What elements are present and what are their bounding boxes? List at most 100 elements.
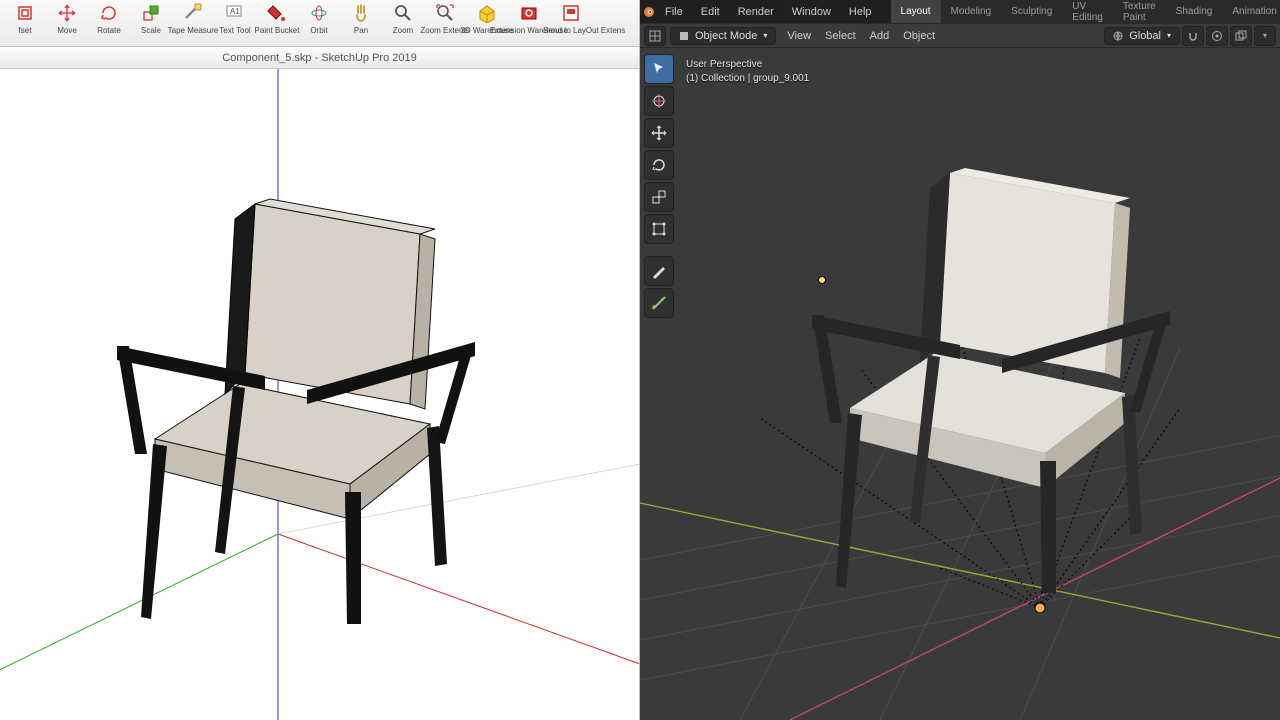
chevron-down-icon: ▾: [763, 31, 767, 40]
measure-icon: [651, 295, 667, 311]
tab-modeling[interactable]: Modeling: [941, 0, 1002, 23]
tool-move[interactable]: [644, 118, 674, 148]
tool-label: Extens: [601, 26, 625, 35]
globe-icon: [1113, 31, 1123, 41]
ext-icon: [602, 2, 624, 24]
tool-label: Zoom: [393, 26, 413, 35]
chair-model[interactable]: [770, 93, 1190, 593]
tool-label: Rotate: [97, 26, 121, 35]
tool-label: Paint Bucket: [255, 26, 300, 35]
tool-label: Pan: [354, 26, 368, 35]
viewport-overlay-text: User Perspective (1) Collection | group_…: [686, 58, 809, 86]
paint-icon: [266, 2, 288, 24]
move-icon: [56, 2, 78, 24]
tab-layout[interactable]: Layout: [891, 0, 941, 23]
tool-label: Move: [57, 26, 77, 35]
orbit-tool[interactable]: Orbit: [298, 2, 340, 46]
extw-tool[interactable]: Extension Warehouse: [508, 2, 550, 46]
menu-edit[interactable]: Edit: [692, 0, 729, 23]
rotate-icon: [98, 2, 120, 24]
tool-scale[interactable]: [644, 182, 674, 212]
offset-tool[interactable]: fset: [4, 2, 46, 46]
tab-shading[interactable]: Shading: [1166, 0, 1223, 23]
tool-label: Orbit: [310, 26, 327, 35]
rotate-tool[interactable]: Rotate: [88, 2, 130, 46]
shading-dropdown-icon[interactable]: ▾: [1254, 26, 1276, 46]
ext-tool[interactable]: Extens: [592, 2, 634, 46]
tool-label: Text Tool: [219, 26, 250, 35]
zoom-icon: [392, 2, 414, 24]
header-object-button[interactable]: Object: [896, 28, 942, 44]
tool-label: Tape Measure: [168, 26, 219, 35]
header-add-button[interactable]: Add: [863, 28, 897, 44]
pan-tool[interactable]: Pan: [340, 2, 382, 46]
mode-dropdown[interactable]: Object Mode ▾: [670, 27, 776, 45]
orientation-dropdown[interactable]: Global ▾: [1104, 27, 1180, 45]
tab-animation[interactable]: Animation: [1222, 0, 1280, 23]
mode-label: Object Mode: [695, 30, 757, 42]
editor-type-icon[interactable]: [644, 26, 666, 46]
header-view-button[interactable]: View: [780, 28, 818, 44]
zext-icon: [434, 2, 456, 24]
tool-annotate[interactable]: [644, 256, 674, 286]
tab-uv-editing[interactable]: UV Editing: [1062, 0, 1113, 23]
zoom-tool[interactable]: Zoom: [382, 2, 424, 46]
paint-tool[interactable]: Paint Bucket: [256, 2, 298, 46]
menu-file[interactable]: File: [656, 0, 692, 23]
scale-icon: [140, 2, 162, 24]
layout-icon: [560, 2, 582, 24]
overlay-perspective: User Perspective: [686, 58, 809, 72]
text-tool[interactable]: A1 Text Tool: [214, 2, 256, 46]
document-title: Component_5.skp - SketchUp Pro 2019: [222, 52, 416, 64]
scale-icon: [651, 189, 667, 205]
scale-tool[interactable]: Scale: [130, 2, 172, 46]
tool-transform[interactable]: [644, 214, 674, 244]
3dw-tool[interactable]: 3D Warehouse: [466, 2, 508, 46]
text-icon: A1: [224, 2, 246, 24]
header-select-button[interactable]: Select: [818, 28, 863, 44]
sketchup-viewport[interactable]: [0, 69, 639, 720]
tool-label: Scale: [141, 26, 161, 35]
tool-shelf: [644, 54, 674, 318]
menu-render[interactable]: Render: [729, 0, 783, 23]
menu-help[interactable]: Help: [840, 0, 881, 23]
cursor-icon: [651, 93, 667, 109]
menu-window[interactable]: Window: [783, 0, 840, 23]
snap-icon[interactable]: [1182, 26, 1204, 46]
sketchup-titlebar: Component_5.skp - SketchUp Pro 2019: [0, 47, 639, 69]
move-tool[interactable]: Move: [46, 2, 88, 46]
svg-text:A1: A1: [230, 7, 240, 16]
tool-label: Send to LayOut: [543, 26, 599, 35]
tool-measure[interactable]: [644, 288, 674, 318]
blender-menubar: FileEditRenderWindowHelp LayoutModelingS…: [640, 0, 1280, 23]
sketchup-toolbar: fset Move Rotate Scale Tape Measure A1 Text To…: [0, 0, 639, 47]
proportional-edit-icon[interactable]: [1206, 26, 1228, 46]
layout-tool[interactable]: Send to LayOut: [550, 2, 592, 46]
tool-rotate[interactable]: [644, 150, 674, 180]
orientation-label: Global: [1129, 30, 1161, 42]
tab-sculpting[interactable]: Sculpting: [1001, 0, 1062, 23]
tape-tool[interactable]: Tape Measure: [172, 2, 214, 46]
annotate-icon: [651, 263, 667, 279]
sketchup-pane: fset Move Rotate Scale Tape Measure A1 Text To…: [0, 0, 640, 720]
overlays-icon[interactable]: [1230, 26, 1252, 46]
blender-logo-icon: [640, 0, 656, 23]
pan-icon: [350, 2, 372, 24]
chevron-down-icon: ▾: [1263, 31, 1267, 40]
workspace-tabs: LayoutModelingSculptingUV EditingTexture…: [891, 0, 1280, 23]
rotate-icon: [651, 157, 667, 173]
chevron-down-icon: ▾: [1167, 31, 1171, 40]
tool-label: fset: [19, 26, 32, 35]
tab-texture-paint[interactable]: Texture Paint: [1113, 0, 1166, 23]
tool-select-box[interactable]: [644, 54, 674, 84]
chair-model[interactable]: [75, 124, 495, 624]
object-mode-icon: [679, 31, 689, 41]
3dw-icon: [476, 2, 498, 24]
extw-icon: [518, 2, 540, 24]
orbit-icon: [308, 2, 330, 24]
blender-viewport[interactable]: User Perspective (1) Collection | group_…: [640, 48, 1280, 720]
select-box-icon: [651, 61, 667, 77]
zext-tool[interactable]: Zoom Extents: [424, 2, 466, 46]
viewport-header: Object Mode ▾ ViewSelectAddObject Global…: [640, 23, 1280, 48]
tool-cursor[interactable]: [644, 86, 674, 116]
